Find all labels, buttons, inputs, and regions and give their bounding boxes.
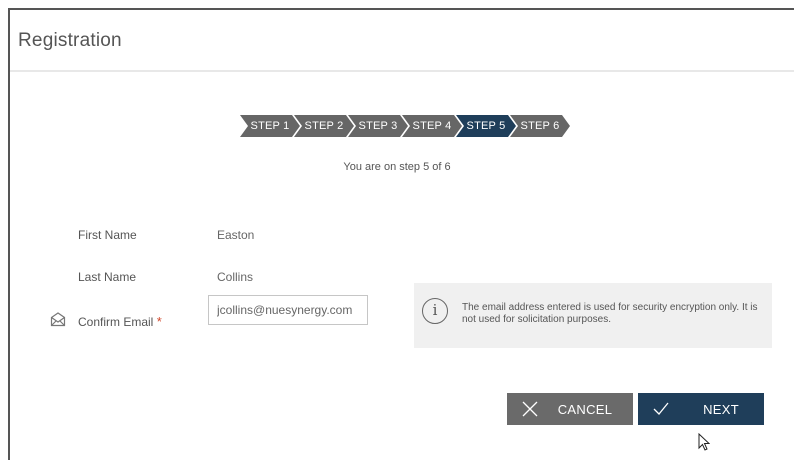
title-bar: Registration bbox=[10, 10, 794, 72]
step-5-current: STEP 5 bbox=[456, 115, 516, 137]
step-4: STEP 4 bbox=[402, 115, 462, 137]
mouse-cursor-icon bbox=[698, 433, 710, 451]
next-button-label: NEXT bbox=[703, 402, 739, 417]
required-marker: * bbox=[156, 314, 162, 329]
last-name-value: Collins bbox=[217, 270, 254, 284]
info-message-text: The email address entered is used for se… bbox=[462, 302, 758, 325]
info-icon: i bbox=[422, 298, 448, 324]
confirm-email-label: Confirm Email bbox=[78, 315, 154, 329]
first-name-value: Easton bbox=[217, 228, 255, 242]
next-button[interactable]: NEXT bbox=[638, 393, 764, 425]
step-1: STEP 1 bbox=[240, 115, 300, 137]
last-name-label: Last Name bbox=[78, 270, 137, 284]
confirm-email-label-group: Confirm Email * bbox=[78, 314, 162, 329]
cancel-button[interactable]: CANCEL bbox=[507, 393, 633, 425]
envelope-icon bbox=[50, 312, 66, 327]
step-6: STEP 6 bbox=[510, 115, 570, 137]
info-message-box: i The email address entered is used for … bbox=[414, 283, 772, 348]
step-2: STEP 2 bbox=[294, 115, 354, 137]
page-title: Registration bbox=[18, 30, 122, 51]
cancel-button-label: CANCEL bbox=[557, 402, 613, 417]
step-3: STEP 3 bbox=[348, 115, 408, 137]
checkmark-icon bbox=[653, 402, 669, 415]
step-status-text: You are on step 5 of 6 bbox=[343, 161, 451, 173]
confirm-email-input[interactable] bbox=[208, 295, 368, 325]
first-name-label: First Name bbox=[78, 228, 137, 242]
